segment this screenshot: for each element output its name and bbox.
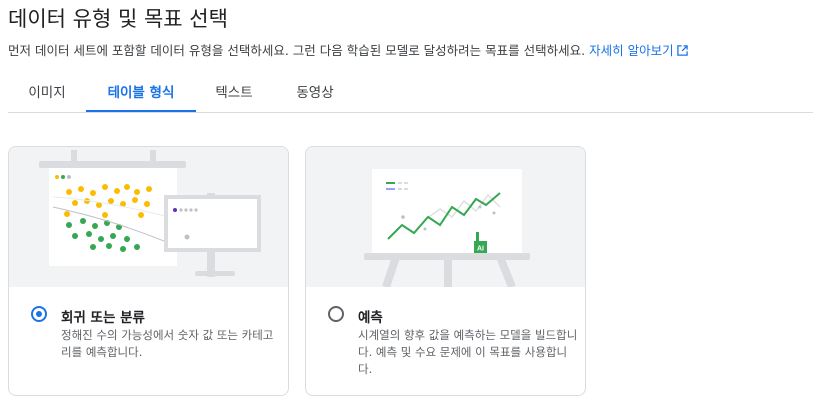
tab-video[interactable]: 동영상 [278,82,352,110]
ai-badge-text: AI [477,246,484,253]
classification-illustration [9,147,288,287]
regression-classification-title: 회귀 또는 분류 [61,310,145,326]
learn-more-link[interactable]: 자세히 알아보기 [589,43,688,58]
data-type-tabs: 이미지 테이블 형식 텍스트 동영상 [8,82,813,113]
open-in-new-icon [676,45,688,56]
description-text: 먼저 데이터 세트에 포함할 데이터 유형을 선택하세요. 그런 다음 학습된 … [8,43,586,58]
tab-tabular[interactable]: 테이블 형식 [86,82,196,112]
forecasting-illustration: AI [306,147,585,289]
objective-card-regression-classification[interactable]: 회귀 또는 분류 정해진 수의 가능성에서 숫자 값 또는 카테고리를 예측합니… [8,146,289,396]
forecasting-radio[interactable] [328,306,344,322]
objective-card-forecasting[interactable]: AI 예측 시계열의 향후 값을 예측하는 모델을 빌드합니다. 예측 및 수요… [305,146,586,396]
forecasting-chart-illustration: AI [364,169,530,289]
learn-more-label: 자세히 알아보기 [589,43,674,58]
classification-chart-illustration [39,150,261,277]
page-title: 데이터 유형 및 목표 선택 [8,7,228,31]
regression-classification-description: 정해진 수의 가능성에서 숫자 값 또는 카테고리를 예측합니다. [61,328,274,359]
tab-image[interactable]: 이미지 [8,82,86,110]
regression-classification-radio[interactable] [31,306,47,322]
page-description: 먼저 데이터 세트에 포함할 데이터 유형을 선택하세요. 그런 다음 학습된 … [8,40,688,59]
tab-text[interactable]: 텍스트 [196,82,272,110]
forecasting-description: 시계열의 향후 값을 예측하는 모델을 빌드합니다. 예측 및 수요 문제에 이… [358,328,578,376]
forecasting-title: 예측 [358,310,383,326]
